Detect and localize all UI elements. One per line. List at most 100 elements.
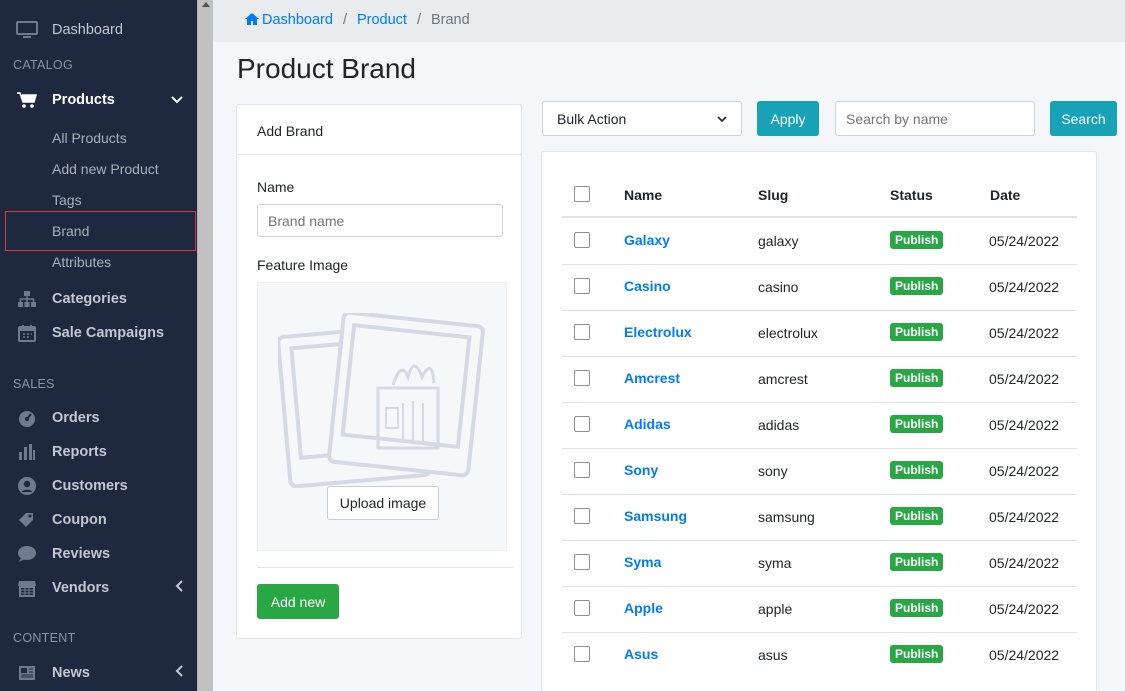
- sidebar: Dashboard CATALOG Products All Products …: [0, 0, 197, 691]
- brand-name-link[interactable]: Asus: [624, 646, 658, 662]
- brand-table-card: Name Slug Status Date Galaxy galaxy Publis…: [541, 151, 1097, 691]
- row-divider: [562, 540, 1077, 541]
- sidebar-item-sale-campaigns[interactable]: Sale Campaigns: [0, 318, 197, 348]
- row-checkbox[interactable]: [574, 324, 590, 340]
- sidebar-item-news[interactable]: News: [0, 658, 197, 688]
- column-header-status[interactable]: Status: [890, 187, 933, 203]
- search-input[interactable]: [835, 101, 1035, 136]
- status-badge: Publish: [890, 415, 944, 433]
- row-checkbox[interactable]: [574, 370, 590, 386]
- sidebar-item-label: Customers: [52, 478, 128, 494]
- brand-name-link[interactable]: Apple: [624, 600, 663, 616]
- add-new-button[interactable]: Add new: [257, 584, 339, 619]
- brand-name-link[interactable]: Syma: [624, 554, 661, 570]
- apply-button[interactable]: Apply: [757, 101, 819, 136]
- chevron-left-icon: [175, 580, 183, 596]
- cart-icon: [16, 90, 38, 110]
- breadcrumb-separator: /: [416, 12, 421, 28]
- brand-slug: apple: [758, 601, 793, 617]
- user-circle-icon: [16, 476, 38, 496]
- brand-name-link[interactable]: Galaxy: [624, 232, 670, 248]
- brand-name-link[interactable]: Electrolux: [624, 324, 692, 340]
- sidebar-item-vendors[interactable]: Vendors: [0, 573, 197, 603]
- breadcrumb-product[interactable]: Product: [357, 12, 407, 28]
- brand-date: 05/24/2022: [989, 417, 1060, 433]
- bulk-action-select[interactable]: Bulk Action: [542, 101, 742, 136]
- brand-date: 05/24/2022: [989, 555, 1060, 571]
- brand-name-link[interactable]: Sony: [624, 462, 658, 478]
- bar-chart-icon: [16, 442, 38, 462]
- brand-name-link[interactable]: Casino: [624, 278, 671, 294]
- breadcrumb-bar: Dashboard / Product / Brand: [213, 0, 1125, 42]
- row-checkbox[interactable]: [574, 232, 590, 248]
- select-all-checkbox[interactable]: [574, 186, 590, 202]
- sidebar-sub-all-products[interactable]: All Products: [52, 130, 127, 146]
- brand-date: 05/24/2022: [989, 647, 1060, 663]
- sidebar-item-customers[interactable]: Customers: [0, 471, 197, 501]
- status-badge: Publish: [890, 507, 944, 525]
- monitor-icon: [16, 20, 38, 40]
- row-checkbox[interactable]: [574, 554, 590, 570]
- sidebar-item-label: News: [52, 665, 90, 681]
- row-checkbox[interactable]: [574, 600, 590, 616]
- column-header-slug[interactable]: Slug: [758, 187, 788, 203]
- sales-header: SALES: [13, 377, 55, 391]
- brand-date: 05/24/2022: [989, 325, 1060, 341]
- sidebar-item-products[interactable]: Products: [0, 85, 197, 115]
- row-checkbox[interactable]: [574, 508, 590, 524]
- header-divider: [562, 216, 1077, 218]
- sidebar-item-reviews[interactable]: Reviews: [0, 539, 197, 569]
- sidebar-item-coupon[interactable]: Coupon: [0, 505, 197, 535]
- brand-slug: adidas: [758, 417, 800, 433]
- row-checkbox[interactable]: [574, 646, 590, 662]
- brand-date: 05/24/2022: [989, 509, 1060, 525]
- bulk-action-value: Bulk Action: [557, 110, 627, 127]
- row-checkbox[interactable]: [574, 416, 590, 432]
- search-button[interactable]: Search: [1050, 101, 1117, 136]
- column-header-date[interactable]: Date: [990, 187, 1020, 203]
- brand-name-link[interactable]: Samsung: [624, 508, 687, 524]
- store-icon: [16, 578, 38, 598]
- status-badge: Publish: [890, 645, 944, 663]
- upload-image-button[interactable]: Upload image: [327, 486, 439, 520]
- brand-slug: electrolux: [758, 325, 818, 341]
- add-brand-card: Add Brand Name Feature Image Upload imag…: [236, 104, 522, 639]
- breadcrumb-dashboard[interactable]: Dashboard: [245, 12, 333, 28]
- sidebar-item-categories[interactable]: Categories: [0, 284, 197, 314]
- row-checkbox[interactable]: [574, 462, 590, 478]
- image-dropzone[interactable]: Upload image: [257, 282, 507, 551]
- row-divider: [562, 586, 1077, 587]
- sidebar-sub-attributes[interactable]: Attributes: [52, 254, 111, 270]
- add-brand-title: Add Brand: [237, 105, 521, 155]
- row-checkbox[interactable]: [574, 278, 590, 294]
- comment-icon: [16, 544, 38, 564]
- row-divider: [562, 632, 1077, 633]
- sidebar-sub-tags[interactable]: Tags: [52, 192, 82, 208]
- newspaper-icon: [16, 663, 38, 683]
- brand-slug: amcrest: [758, 371, 808, 387]
- brand-slug: asus: [758, 647, 788, 663]
- brand-date: 05/24/2022: [989, 371, 1060, 387]
- sidebar-item-orders[interactable]: Orders: [0, 403, 197, 433]
- brand-name-link[interactable]: Amcrest: [624, 370, 680, 386]
- row-divider: [562, 264, 1077, 265]
- breadcrumb-label: Dashboard: [262, 12, 333, 28]
- brand-name-link[interactable]: Adidas: [624, 416, 671, 432]
- catalog-header: CATALOG: [13, 58, 73, 72]
- breadcrumb-separator: /: [342, 12, 347, 28]
- sidebar-item-dashboard[interactable]: Dashboard: [0, 15, 197, 45]
- sidebar-sub-add-new-product[interactable]: Add new Product: [52, 161, 159, 177]
- sidebar-scrollbar[interactable]: [197, 0, 213, 691]
- row-divider: [562, 356, 1077, 357]
- scroll-up-arrow-icon[interactable]: [202, 2, 210, 7]
- brand-name-input[interactable]: [257, 204, 503, 237]
- status-badge: Publish: [890, 553, 944, 571]
- column-header-name[interactable]: Name: [624, 187, 662, 203]
- sidebar-item-reports[interactable]: Reports: [0, 437, 197, 467]
- sitemap-icon: [16, 289, 38, 309]
- sidebar-sub-brand[interactable]: Brand: [52, 223, 89, 239]
- status-badge: Publish: [890, 461, 944, 479]
- page-title: Product Brand: [237, 53, 416, 84]
- brand-date: 05/24/2022: [989, 601, 1060, 617]
- status-badge: Publish: [890, 323, 944, 341]
